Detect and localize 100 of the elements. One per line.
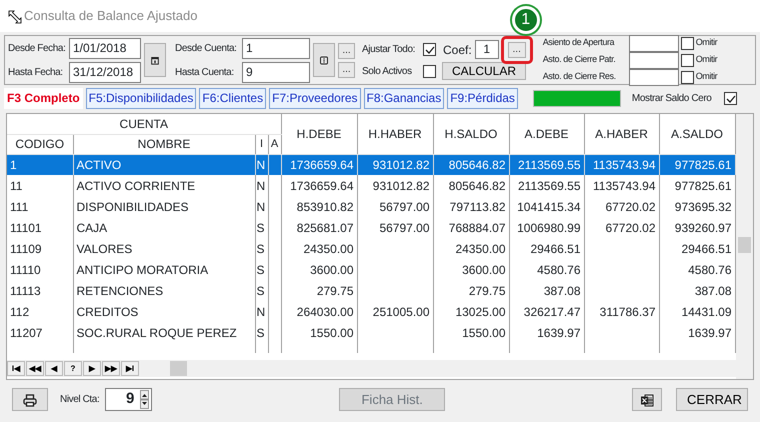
table-cell: 67720.02 xyxy=(605,220,656,234)
tab[interactable]: F5:Disponibilidades xyxy=(86,88,196,109)
table-row[interactable]: 11110 ANTICIPO MORATORIA S 3600.00 3600.00 4580.76 4580.76 xyxy=(7,259,736,280)
table-cell: 326217.47 xyxy=(524,304,581,318)
table-cell: 973695.32 xyxy=(674,200,732,214)
table-cell: 931012.82 xyxy=(372,158,430,172)
table-cell: 1736659.64 xyxy=(290,178,354,192)
navigator-button[interactable]: ? xyxy=(64,361,82,376)
navigator-button[interactable]: I◀ xyxy=(7,361,25,376)
table-cell: 24350.00 xyxy=(303,242,354,256)
table-row[interactable]: 1 ACTIVO N 1736659.64 931012.82 805646.82 2113569.55 1135743.94 977825.61 xyxy=(7,154,736,175)
table-cell: 29466.51 xyxy=(681,242,732,256)
checkbox[interactable] xyxy=(680,36,694,50)
table-cell: 4580.76 xyxy=(537,262,581,276)
table-cell: 3600.00 xyxy=(462,262,506,276)
table-cell: ANTICIPO MORATORIA xyxy=(76,262,208,276)
table-cell: 4580.76 xyxy=(688,262,732,276)
table-row[interactable]: 11101 CAJA S 825681.07 56797.00 768884.07 1006980.99 67720.02 939260.97 xyxy=(7,217,736,238)
table-cell: 939260.97 xyxy=(674,220,732,234)
table-cell: 931012.82 xyxy=(372,178,430,192)
checkbox[interactable] xyxy=(423,43,436,56)
checkbox[interactable] xyxy=(680,70,694,84)
field-label: Ajustar Todo: xyxy=(362,43,416,57)
table-cell: 853910.82 xyxy=(296,200,354,214)
navigator-button[interactable]: ◀◀ xyxy=(26,361,44,376)
table-cell: 13025.00 xyxy=(455,304,506,318)
checkbox[interactable] xyxy=(680,54,694,66)
coef-field[interactable]: 1 xyxy=(474,40,499,59)
calculate-button[interactable]: CALCULAR xyxy=(442,62,526,80)
entry-field[interactable] xyxy=(628,68,679,86)
printer-icon xyxy=(23,394,37,407)
browse-button[interactable]: ... xyxy=(338,42,355,58)
table-cell: CAJA xyxy=(76,220,108,234)
table-row[interactable]: 11113 RETENCIONES S 279.75 279.75 387.08 387.08 xyxy=(7,280,736,301)
tab[interactable]: F9:Pérdidas xyxy=(447,88,518,109)
browse-button[interactable]: ... xyxy=(508,42,526,58)
table-cell: 805646.82 xyxy=(448,178,506,192)
account-field[interactable]: 9 xyxy=(242,62,310,82)
table-cell: 56797.00 xyxy=(379,200,430,214)
field-label: Asiento de Apertura xyxy=(542,36,616,50)
table-cell: VALORES xyxy=(76,242,132,256)
date-field[interactable]: 1/01/2018 xyxy=(69,38,141,58)
table-row[interactable]: 11 ACTIVO CORRIENTE N 1736659.64 931012.82 805646.82 2113569.55 1135743.94 977825.61 xyxy=(7,175,736,196)
close-button[interactable]: CERRAR xyxy=(676,388,748,411)
entry-field[interactable] xyxy=(628,52,679,68)
field-label: Desde Fecha: xyxy=(8,42,66,56)
table-cell: 251005.00 xyxy=(372,304,430,318)
navigator-button[interactable]: ▶▶ xyxy=(102,361,120,376)
table-cell: 14431.09 xyxy=(681,304,732,318)
checkbox[interactable] xyxy=(423,64,436,78)
spreadsheet-icon xyxy=(640,394,654,407)
table-cell: 311786.37 xyxy=(600,304,656,318)
table-cell: 1639.97 xyxy=(688,326,732,340)
field-label: Nivel Cta: xyxy=(60,393,100,407)
tab[interactable]: F8:Ganancias xyxy=(364,88,444,109)
date-field[interactable]: 31/12/2018 xyxy=(69,62,141,82)
table-cell: ACTIVO xyxy=(76,158,122,172)
navigator-button[interactable]: ▶I xyxy=(121,361,139,376)
table-cell: 2113569.55 xyxy=(518,158,581,172)
table-row[interactable]: 11207 SOC.RURAL ROQUE PEREZ S 1550.00 1550.00 1639.97 1639.97 xyxy=(7,322,736,343)
field-label: Coef: xyxy=(443,42,472,58)
table-cell: 387.08 xyxy=(694,284,732,298)
tab[interactable]: F3 Completo xyxy=(4,88,83,109)
table-cell: 387.08 xyxy=(544,284,581,298)
table-row[interactable]: 111 DISPONIBILIDADES N 853910.82 56797.00 797113.82 1041415.34 67720.02 973695.32 xyxy=(7,196,736,217)
browse-button[interactable]: ... xyxy=(338,62,355,78)
table-cell: S xyxy=(256,220,265,234)
table-cell: N xyxy=(256,200,266,214)
table-cell: S xyxy=(256,326,265,340)
table-cell: S xyxy=(256,284,265,298)
table-cell: 977825.61 xyxy=(674,178,732,192)
account-field[interactable]: 1 xyxy=(242,38,310,58)
print-button[interactable] xyxy=(12,388,48,411)
vertical-scrollbar[interactable] xyxy=(736,114,753,379)
tab[interactable]: F6:Clientes xyxy=(199,88,266,109)
table-cell: N xyxy=(256,178,266,192)
column-header: CUENTA xyxy=(7,114,282,134)
navigator-button[interactable]: ▶ xyxy=(83,361,101,376)
account-list-button[interactable] xyxy=(313,43,335,77)
table-cell: 1135743.94 xyxy=(593,178,656,192)
table-cell: 111 xyxy=(10,200,28,214)
table-cell: 29466.51 xyxy=(530,242,581,256)
table-row[interactable]: 112 CREDITOS N 264030.00 251005.00 13025.00 326217.47 311786.37 14431.09 xyxy=(7,301,736,322)
table-cell: 24350.00 xyxy=(455,242,506,256)
calendar-button[interactable] xyxy=(144,43,166,77)
field-label: Hasta Cuenta: xyxy=(175,66,235,80)
table-cell: 1135743.94 xyxy=(593,158,656,172)
column-header: NOMBRE xyxy=(73,134,255,154)
entry-field[interactable] xyxy=(628,34,679,52)
table-cell: 805646.82 xyxy=(448,158,506,172)
tab[interactable]: F7:Proveedores xyxy=(269,88,360,109)
spreadsheet-export-button[interactable] xyxy=(632,388,662,411)
level-spinner[interactable]: 9 xyxy=(105,388,152,411)
navigator-button[interactable]: ◀ xyxy=(45,361,63,376)
table-row[interactable]: 11109 VALORES S 24350.00 24350.00 29466.51 29466.51 xyxy=(7,238,736,259)
column-header: A xyxy=(268,134,282,154)
table-cell: S xyxy=(256,242,265,256)
checkbox[interactable] xyxy=(724,92,738,105)
table-cell: 825681.07 xyxy=(296,220,354,234)
list-icon xyxy=(320,54,328,66)
